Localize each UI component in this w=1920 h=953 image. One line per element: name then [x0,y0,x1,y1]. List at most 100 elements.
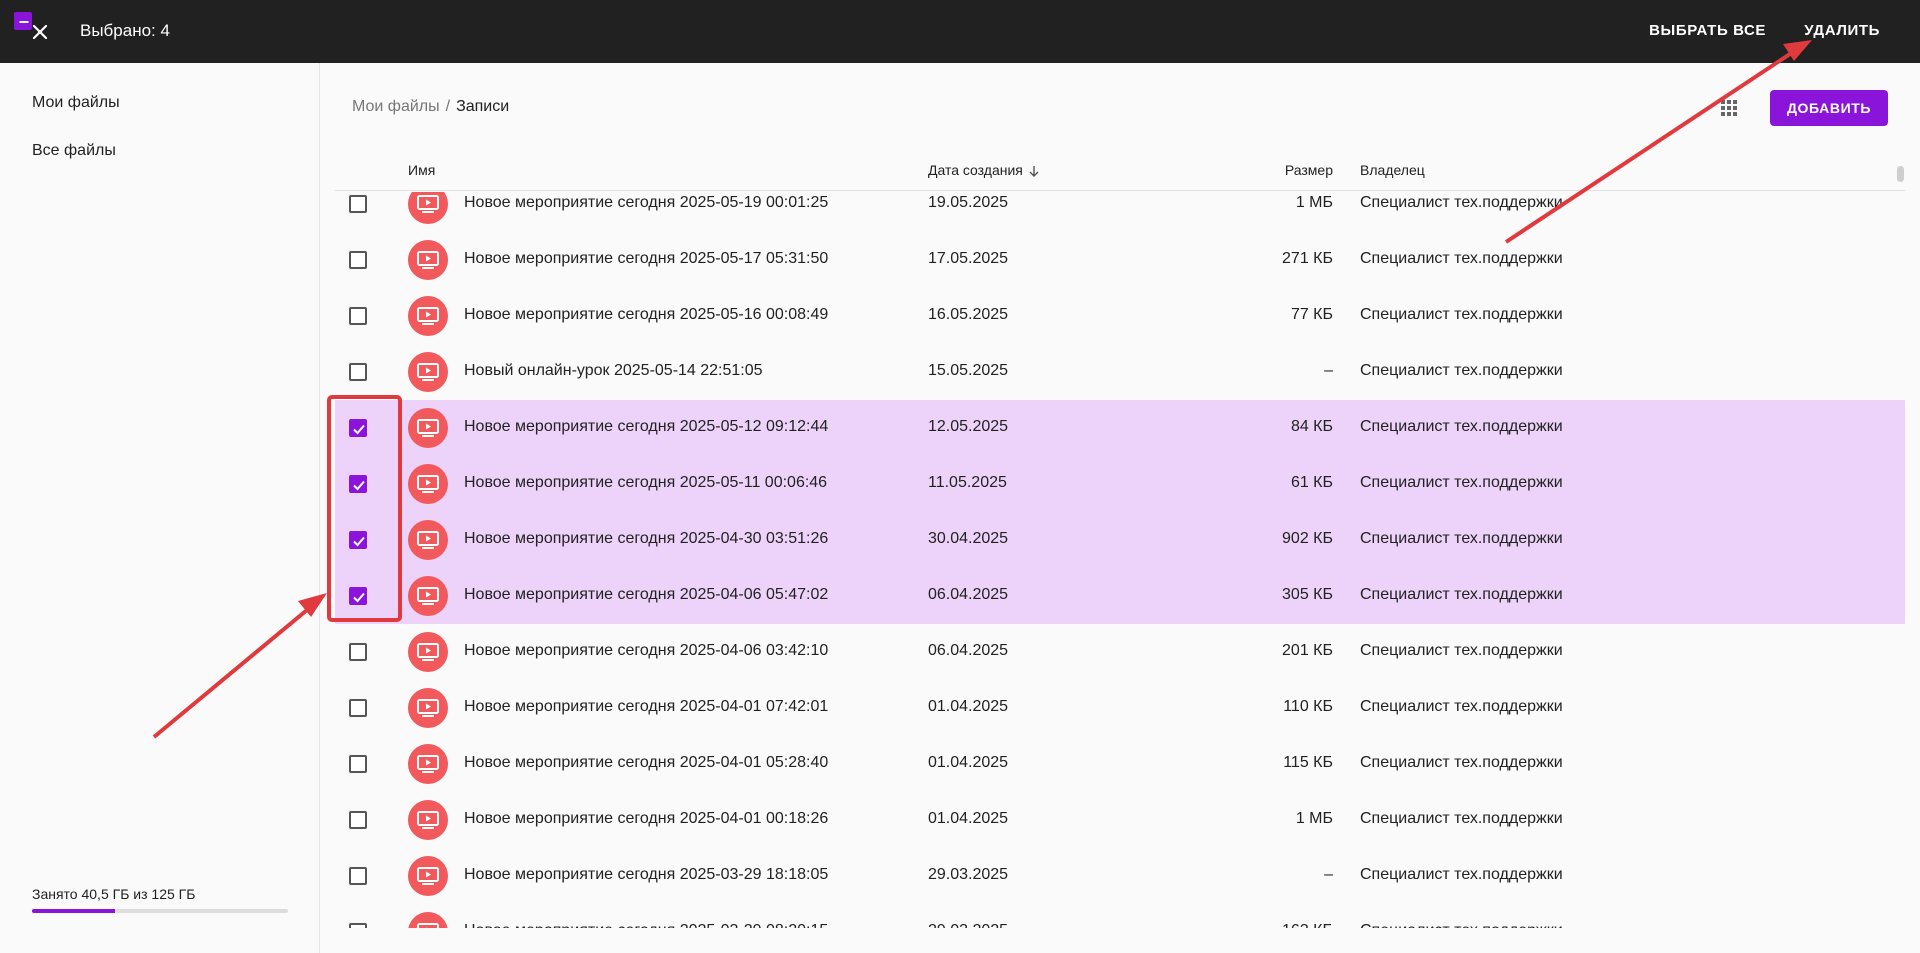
file-name[interactable]: Новое мероприятие сегодня 2025-03-29 08:… [464,922,828,928]
minus-icon [19,21,29,23]
video-file-icon [408,192,448,224]
file-name[interactable]: Новое мероприятие сегодня 2025-04-01 00:… [464,810,828,828]
file-owner: Специалист тех.поддержки [1360,418,1563,435]
file-name[interactable]: Новое мероприятие сегодня 2025-04-30 03:… [464,530,828,548]
add-button[interactable]: ДОБАВИТЬ [1770,90,1888,126]
file-size: 61 КБ [1290,474,1333,491]
checkmark-icon [353,592,365,603]
file-size: 902 КБ [1282,530,1333,547]
table-row[interactable]: Новое мероприятие сегодня 2025-04-06 05:… [335,568,1905,624]
select-all-checkbox[interactable] [14,12,32,30]
row-checkbox[interactable] [349,755,367,773]
table-row[interactable]: Новое мероприятие сегодня 2025-04-01 05:… [335,736,1905,792]
column-header-date-label: Дата создания [928,162,1023,178]
row-checkbox[interactable] [349,811,367,829]
sidebar-item-my-files[interactable]: Мои файлы [32,94,120,112]
file-date: 30.04.2025 [928,530,1009,547]
file-date: 16.05.2025 [928,306,1009,323]
file-date: 06.04.2025 [928,586,1009,603]
video-file-icon [408,800,448,840]
file-name[interactable]: Новое мероприятие сегодня 2025-04-01 07:… [464,698,828,716]
file-size: 271 КБ [1282,250,1333,267]
file-name[interactable]: Новое мероприятие сегодня 2025-04-01 05:… [464,754,828,772]
video-file-icon [408,352,448,392]
arrow-down-icon [1029,166,1039,177]
table-row[interactable]: Новое мероприятие сегодня 2025-03-29 08:… [335,904,1905,928]
file-owner: Специалист тех.поддержки [1360,530,1563,547]
row-checkbox[interactable] [349,307,367,325]
row-checkbox[interactable] [349,643,367,661]
file-owner: Специалист тех.поддержки [1360,810,1563,827]
file-size: 201 КБ [1282,642,1333,659]
video-file-icon [408,520,448,560]
file-date: 12.05.2025 [928,418,1009,435]
video-file-icon [408,464,448,504]
table-row[interactable]: Новое мероприятие сегодня 2025-04-30 03:… [335,512,1905,568]
row-checkbox[interactable] [349,923,367,928]
video-file-icon [408,408,448,448]
file-owner: Специалист тех.поддержки [1360,642,1563,659]
file-date: 06.04.2025 [928,642,1009,659]
file-name[interactable]: Новое мероприятие сегодня 2025-04-06 03:… [464,642,828,660]
video-file-icon [408,240,448,280]
file-owner: Специалист тех.поддержки [1360,306,1563,323]
file-name[interactable]: Новое мероприятие сегодня 2025-05-12 09:… [464,418,828,436]
video-file-icon [408,912,448,928]
row-checkbox[interactable] [349,419,367,437]
file-size: 115 КБ [1283,754,1333,771]
file-name[interactable]: Новый онлайн-урок 2025-05-14 22:51:05 [464,362,763,380]
file-name[interactable]: Новое мероприятие сегодня 2025-03-29 18:… [464,866,828,884]
video-file-icon [408,744,448,784]
row-checkbox[interactable] [349,531,367,549]
checkmark-icon [353,536,365,547]
grid-view-button[interactable] [1719,98,1739,118]
breadcrumb-root[interactable]: Мои файлы [352,98,440,115]
sidebar-item-all-files[interactable]: Все файлы [32,142,116,160]
table-row[interactable]: Новый онлайн-урок 2025-05-14 22:51:05 15.… [335,344,1905,400]
file-size: 84 КБ [1290,418,1333,435]
row-checkbox[interactable] [349,251,367,269]
file-list[interactable]: Новое мероприятие сегодня 2025-05-19 00:… [335,192,1905,928]
file-date: 01.04.2025 [928,810,1009,827]
table-row[interactable]: Новое мероприятие сегодня 2025-04-01 00:… [335,792,1905,848]
file-size: – [1324,866,1333,883]
table-row[interactable]: Новое мероприятие сегодня 2025-05-17 05:… [335,232,1905,288]
table-row[interactable]: Новое мероприятие сегодня 2025-05-19 00:… [335,192,1905,232]
row-checkbox[interactable] [349,475,367,493]
file-size: 1 МБ [1295,810,1333,827]
file-name[interactable]: Новое мероприятие сегодня 2025-05-17 05:… [464,250,828,268]
column-header-owner[interactable]: Владелец [1360,162,1425,178]
column-header-size[interactable]: Размер [1283,162,1333,178]
breadcrumb-current: Записи [456,98,510,115]
scrollbar-thumb[interactable] [1897,166,1904,182]
grid-view-icon [1721,100,1737,116]
row-checkbox[interactable] [349,699,367,717]
table-row[interactable]: Новое мероприятие сегодня 2025-05-16 00:… [335,288,1905,344]
table-row[interactable]: Новое мероприятие сегодня 2025-05-11 00:… [335,456,1905,512]
storage-usage-bar [32,909,288,913]
table-row[interactable]: Новое мероприятие сегодня 2025-04-06 03:… [335,624,1905,680]
file-name[interactable]: Новое мероприятие сегодня 2025-05-11 00:… [464,474,827,492]
video-file-icon [408,576,448,616]
table-row[interactable]: Новое мероприятие сегодня 2025-04-01 07:… [335,680,1905,736]
row-checkbox[interactable] [349,195,367,213]
video-file-icon [408,296,448,336]
row-checkbox[interactable] [349,363,367,381]
table-row[interactable]: Новое мероприятие сегодня 2025-03-29 18:… [335,848,1905,904]
select-all-button[interactable]: ВЫБРАТЬ ВСЕ [1649,22,1766,39]
column-header-date[interactable]: Дата создания [928,162,1041,178]
file-owner: Специалист тех.поддержки [1360,362,1563,379]
file-owner: Специалист тех.поддержки [1360,698,1563,715]
column-header-name[interactable]: Имя [408,162,435,178]
file-name[interactable]: Новое мероприятие сегодня 2025-05-19 00:… [464,194,828,212]
file-name[interactable]: Новое мероприятие сегодня 2025-05-16 00:… [464,306,828,324]
row-checkbox[interactable] [349,867,367,885]
sidebar: Мои файлы Все файлы Занято 40,5 ГБ из 12… [0,63,320,953]
delete-button[interactable]: УДАЛИТЬ [1804,22,1880,39]
file-name[interactable]: Новое мероприятие сегодня 2025-04-06 05:… [464,586,828,604]
file-owner: Специалист тех.поддержки [1360,250,1563,267]
table-row[interactable]: Новое мероприятие сегодня 2025-05-12 09:… [335,400,1905,456]
file-date: 17.05.2025 [928,250,1009,267]
row-checkbox[interactable] [349,587,367,605]
file-date: 01.04.2025 [928,754,1009,771]
